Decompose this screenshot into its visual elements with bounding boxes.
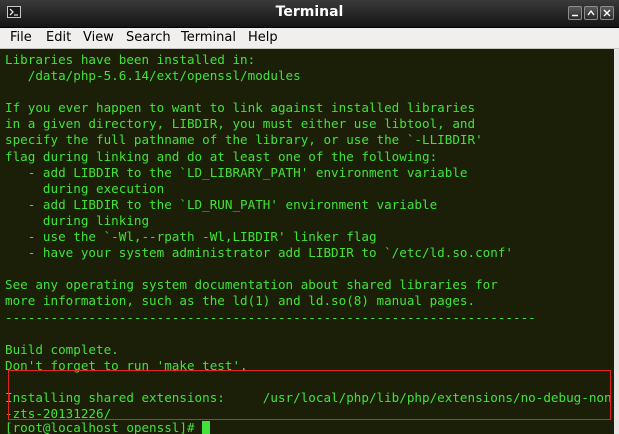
minimize-button[interactable]	[568, 6, 582, 20]
terminal-window: Terminal File Edit View Search Terminal …	[0, 0, 619, 434]
terminal-line: specify the full pathname of the library…	[5, 132, 483, 148]
terminal-lines: Libraries have been installed in: /data/…	[5, 52, 612, 422]
scrollbar[interactable]	[614, 49, 619, 434]
terminal-line: Libraries have been installed in:	[5, 52, 256, 67]
close-icon	[603, 9, 611, 17]
terminal-line: - have your system administrator add LIB…	[5, 245, 513, 261]
terminal-line: /data/php-5.6.14/ext/openssl/modules	[5, 68, 301, 84]
terminal-line: flag during linking and do at least one …	[5, 148, 438, 164]
menu-edit[interactable]: Edit	[42, 29, 75, 46]
maximize-icon	[587, 9, 595, 16]
close-button[interactable]	[600, 6, 614, 20]
terminal-line: Build complete.	[5, 341, 119, 357]
terminal-line: ----------------------------------------…	[5, 309, 536, 325]
terminal-line: during linking	[5, 212, 150, 228]
menu-file[interactable]: File	[6, 29, 36, 46]
menu-bar: File Edit View Search Terminal Help	[0, 28, 619, 49]
shell-prompt: [root@localhost openssl]#	[5, 420, 203, 434]
terminal-line: more information, such as the ld(1) and …	[5, 293, 476, 309]
terminal-line: during execution	[5, 180, 165, 196]
menu-help[interactable]: Help	[244, 29, 282, 46]
highlight-box	[8, 370, 611, 420]
terminal-line: If you ever happen to want to link again…	[5, 100, 476, 116]
terminal-line: - use the `-Wl,--rpath -Wl,LIBDIR' linke…	[5, 229, 377, 245]
terminal-cursor	[202, 421, 211, 434]
terminal-line: See any operating system documentation a…	[5, 277, 498, 293]
terminal-line: - add LIBDIR to the `LD_RUN_PATH' enviro…	[5, 196, 438, 212]
menu-terminal[interactable]: Terminal	[177, 29, 240, 46]
window-title: Terminal	[275, 4, 344, 20]
title-bar[interactable]: Terminal	[0, 0, 619, 28]
shell-prompt-line[interactable]: [root@localhost openssl]#	[5, 420, 211, 434]
maximize-button[interactable]	[584, 6, 598, 20]
terminal-output[interactable]: Libraries have been installed in: /data/…	[0, 49, 614, 434]
terminal-line: - add LIBDIR to the `LD_LIBRARY_PATH' en…	[5, 164, 468, 180]
menu-search[interactable]: Search	[122, 29, 175, 46]
terminal-line: in a given directory, LIBDIR, you must e…	[5, 116, 476, 132]
menu-view[interactable]: View	[79, 29, 118, 46]
minimize-icon	[572, 14, 578, 17]
